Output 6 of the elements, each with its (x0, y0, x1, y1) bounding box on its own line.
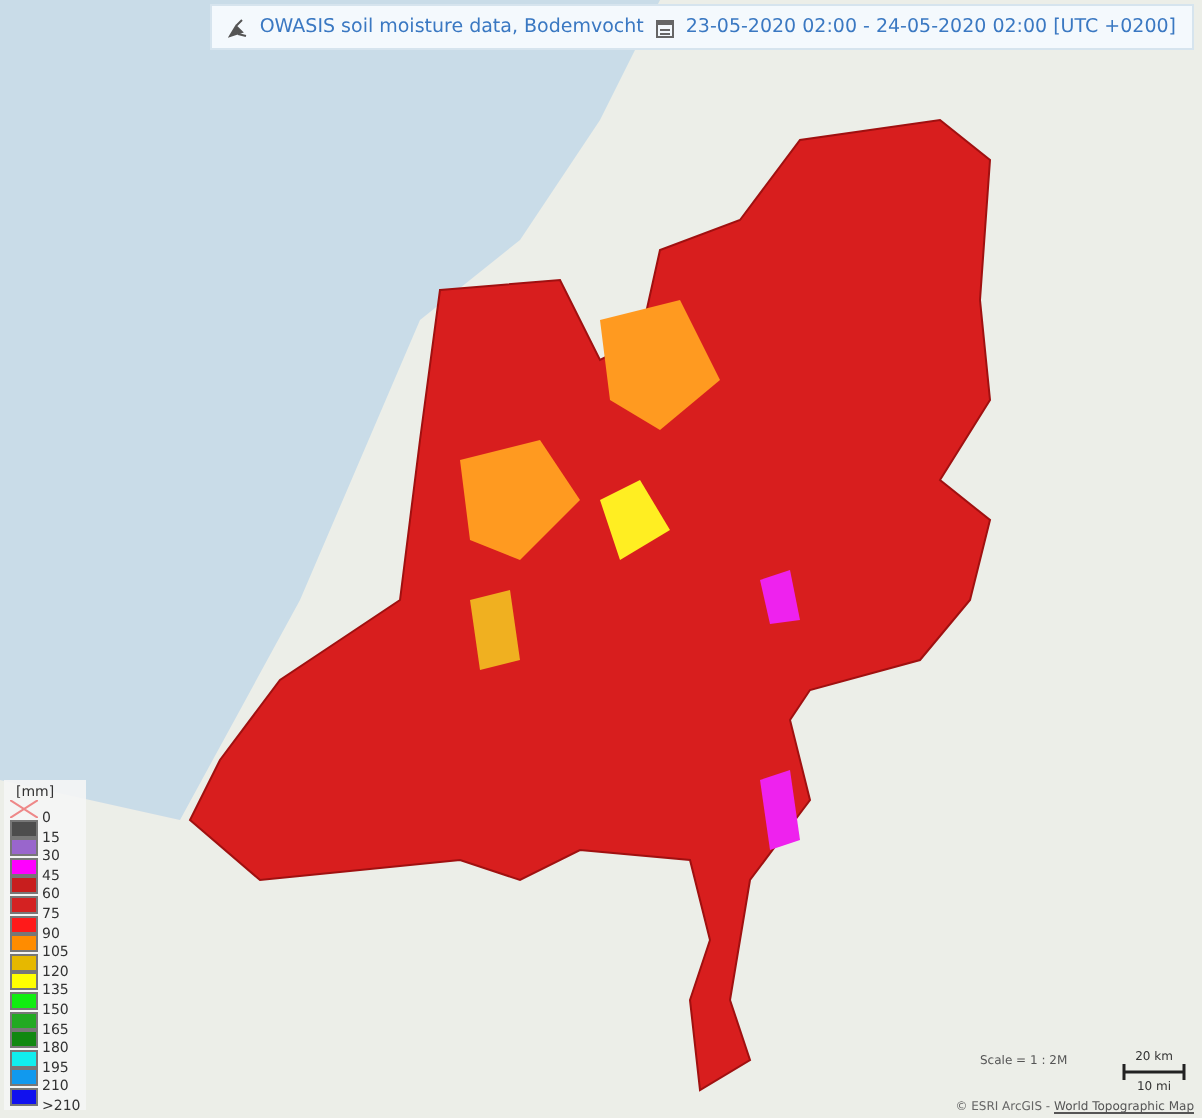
dataset-title: OWASIS soil moisture data, Bodemvocht (259, 16, 644, 38)
calendar-icon (655, 17, 674, 37)
satellite-dish-icon (227, 17, 248, 37)
scale-bar-drawing (1122, 1064, 1186, 1080)
time-period: 23-05-2020 02:00 - 24-05-2020 02:00 [UTC +0200] (685, 16, 1176, 38)
no-data-swatch (10, 800, 38, 819)
